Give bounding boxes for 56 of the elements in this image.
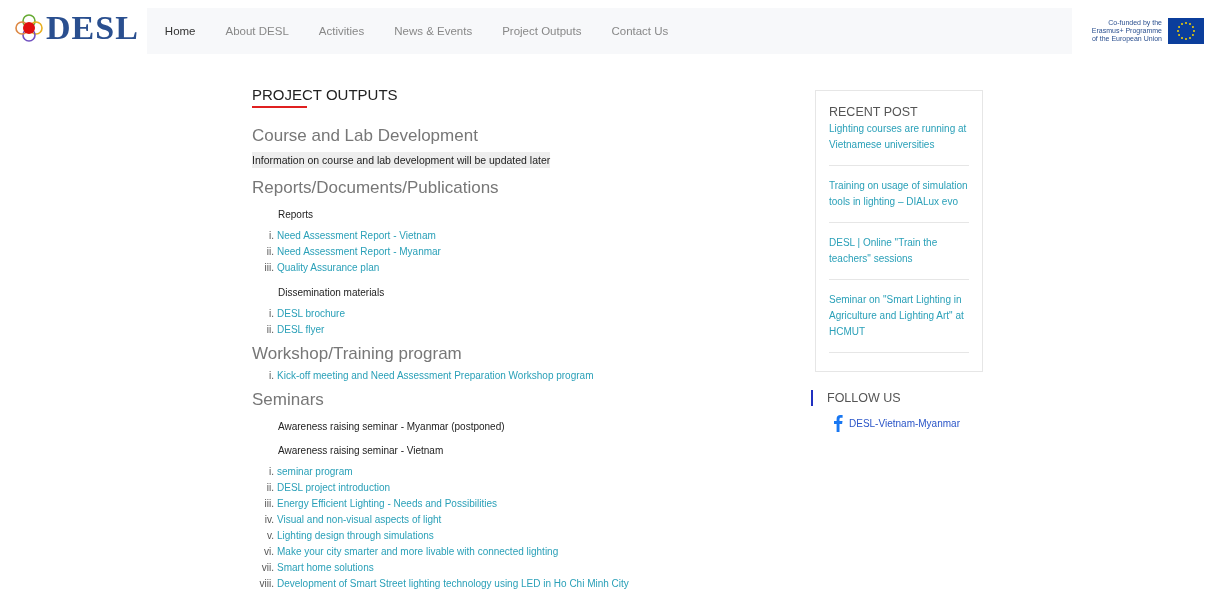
facebook-link[interactable]: DESL-Vietnam-Myanmar [833,414,983,432]
facebook-icon [833,414,843,432]
post-link[interactable]: Lighting courses are running at Vietnamese universities [829,121,969,166]
list-marker: i. [268,465,274,479]
list-marker: iii. [263,497,274,511]
nav-link[interactable]: Activities [318,21,365,41]
document-link[interactable]: DESL project introduction [277,480,391,496]
nav-link[interactable]: Home [164,21,196,41]
subheading: Reports [278,208,314,222]
document-link[interactable]: DESL flyer [277,322,325,338]
nav-link[interactable]: About DESL [225,21,289,41]
document-link[interactable]: DESL brochure [277,306,345,322]
site-logo[interactable]: DESL [14,5,139,51]
document-link[interactable]: Visual and non-visual aspects of light [277,512,442,528]
document-link[interactable]: Make your city smarter and more livable with connected lighting [277,544,559,560]
list-marker: i. [268,229,274,243]
document-link[interactable]: Energy Efficient Lighting - Needs and Possibilities [277,496,497,512]
section-heading: Reports/Documents/Publications [252,178,500,198]
list-marker: vi. [263,545,274,559]
note-text: Information on course and lab development will be updated later [252,152,551,168]
section-heading: Course and Lab Development [252,126,479,146]
card-title: RECENT POST [829,105,919,119]
document-link[interactable]: seminar program [277,464,353,480]
nav-link[interactable]: Project Outputs [502,21,582,41]
document-link[interactable]: Development of Smart Street lighting technology using LED in Ho Chi Minh City [277,576,629,592]
document-link[interactable]: Smart home solutions [277,560,374,576]
document-link[interactable]: Quality Assurance plan [277,260,380,276]
document-link[interactable]: Kick-off meeting and Need Assessment Preparation Workshop program [277,368,594,384]
subheading: Awareness raising seminar - Vietnam [278,444,445,458]
list-marker: i. [268,369,274,383]
list-marker: ii. [265,481,274,495]
list-marker: iii. [263,261,274,275]
document-link[interactable]: Need Assessment Report - Myanmar [277,244,441,260]
list-marker: iv. [263,513,274,527]
follow-title: FOLLOW US [827,391,901,405]
page-title: PROJECT OUTPUTS [252,86,399,103]
nav-link[interactable]: News & Events [394,21,473,41]
document-link[interactable]: Need Assessment Report - Vietnam [277,228,436,244]
subheading: Dissemination materials [278,286,386,300]
section-heading: Seminars [252,390,325,410]
subheading: Awareness raising seminar - Myanmar (postponed) [278,420,506,434]
document-link[interactable]: Lighting design through simulations [277,528,434,544]
post-link[interactable]: Seminar on "Smart Lighting in Agriculture and Lighting Art" at HCMUT [829,292,969,353]
post-link[interactable]: DESL | Online "Train the teachers" sessions [829,235,969,280]
list-marker: i. [268,307,274,321]
list-marker: ii. [265,323,274,337]
list-marker: vii. [260,561,274,575]
facebook-label: DESL-Vietnam-Myanmar [849,417,960,429]
list-marker: viii. [258,577,274,591]
flower-icon [14,13,44,43]
post-link[interactable]: Training on usage of simulation tools in lighting – DIALux evo [829,178,969,223]
nav-link[interactable]: Contact Us [611,21,669,41]
list-marker: v. [265,529,274,543]
list-marker: ii. [265,245,274,259]
eu-flag-icon [1168,18,1204,44]
section-heading: Workshop/Training program [252,344,463,364]
